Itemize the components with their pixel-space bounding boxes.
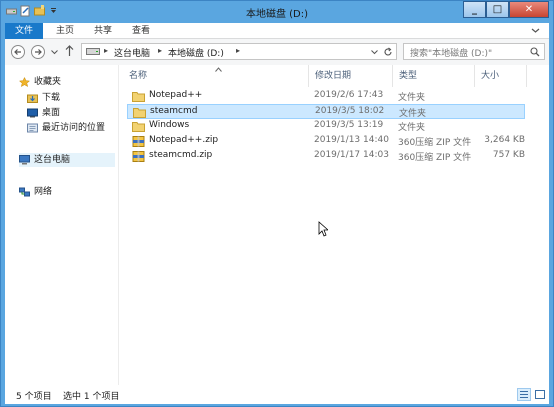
- column-header-date[interactable]: 修改日期: [309, 65, 393, 87]
- file-type: 文件夹: [399, 109, 427, 119]
- file-row-steamcmd[interactable]: steamcmd 2019/3/5 18:02 文件夹: [127, 104, 525, 119]
- explorer-window: 本地磁盘 (D:) _ □ ✕ 文件 主页 共享 查看 ▸ 这台电脑 ▸ 本地磁…: [0, 0, 554, 407]
- forward-button[interactable]: [31, 45, 45, 59]
- nav-item-favorites[interactable]: 收藏夹: [19, 75, 61, 89]
- folder-icon: [132, 92, 145, 102]
- drive-icon: [86, 48, 100, 55]
- up-arrow-icon[interactable]: [65, 45, 74, 57]
- file-type: 360压缩 ZIP 文件: [398, 138, 472, 148]
- file-size: 3,264 KB: [484, 135, 525, 145]
- file-list: 名称 修改日期 类型 大小 Notepad++ 2019/2/6 17:43 文…: [123, 65, 549, 385]
- zip-icon: [132, 151, 145, 162]
- star-icon: [19, 77, 30, 87]
- recent-places-icon: [27, 123, 38, 133]
- file-type: 文件夹: [398, 123, 426, 133]
- file-row-steamcmd-zip[interactable]: steamcmd.zip 2019/1/17 14:03 360压缩 ZIP 文…: [127, 149, 525, 164]
- tab-home[interactable]: 主页: [47, 23, 83, 39]
- breadcrumb-separator[interactable]: ▸: [236, 46, 240, 55]
- forward-arrow-icon: [35, 49, 42, 55]
- nav-item-label: 最近访问的位置: [42, 123, 106, 133]
- nav-item-recent[interactable]: 最近访问的位置: [27, 121, 105, 135]
- file-date: 2019/2/6 17:43: [314, 90, 384, 100]
- mouse-cursor-icon: [318, 221, 328, 237]
- computer-icon: [19, 155, 30, 165]
- file-name: Notepad++.zip: [149, 135, 219, 145]
- recent-locations-chevron-icon[interactable]: [51, 49, 58, 55]
- file-name: Notepad++: [149, 90, 203, 100]
- nav-item-this-pc[interactable]: 这台电脑: [19, 153, 115, 167]
- file-date: 2019/1/13 14:40: [314, 135, 389, 145]
- breadcrumb-this-pc[interactable]: 这台电脑: [114, 46, 150, 59]
- ribbon-tabs: 文件 主页 共享 查看: [5, 23, 549, 39]
- file-date: 2019/3/5 13:19: [314, 120, 384, 130]
- file-name: steamcmd: [150, 106, 198, 116]
- column-header-name[interactable]: 名称: [123, 65, 309, 87]
- file-name: Windows: [149, 120, 190, 130]
- column-header-type[interactable]: 类型: [393, 65, 475, 87]
- zip-icon: [132, 136, 145, 147]
- navigation-bar: ▸ 这台电脑 ▸ 本地磁盘 (D:) ▸ 搜索"本地磁盘 (D:)": [5, 39, 549, 65]
- file-row-windows[interactable]: Windows 2019/3/5 13:19 文件夹: [127, 119, 525, 134]
- folder-icon: [133, 108, 146, 118]
- maximize-button[interactable]: □: [486, 1, 509, 18]
- search-input[interactable]: 搜索"本地磁盘 (D:)": [403, 43, 545, 60]
- close-button[interactable]: ✕: [509, 1, 549, 18]
- expand-ribbon-icon[interactable]: [530, 25, 541, 36]
- file-date: 2019/3/5 18:02: [315, 106, 385, 116]
- column-header-label: 名称: [129, 71, 148, 81]
- breadcrumb-local-disk[interactable]: 本地磁盘 (D:): [168, 46, 224, 59]
- file-type: 文件夹: [398, 93, 426, 103]
- download-folder-icon: [27, 94, 38, 103]
- file-row-notepadpp-zip[interactable]: Notepad++.zip 2019/1/13 14:40 360压缩 ZIP …: [127, 134, 525, 149]
- status-bar: 5 个项目 选中 1 个项目: [5, 385, 549, 404]
- selection-count: 选中 1 个项目: [63, 392, 120, 402]
- breadcrumb-separator[interactable]: ▸: [104, 46, 108, 55]
- window-controls: _ □ ✕: [463, 1, 549, 18]
- back-arrow-icon: [14, 49, 21, 55]
- large-icons-view-button[interactable]: [533, 388, 547, 401]
- breadcrumb-separator[interactable]: ▸: [158, 46, 162, 55]
- minimize-button[interactable]: _: [463, 1, 486, 18]
- file-date: 2019/1/17 14:03: [314, 150, 389, 160]
- desktop-icon: [27, 108, 38, 118]
- search-icon[interactable]: [530, 47, 540, 57]
- address-bar[interactable]: ▸ 这台电脑 ▸ 本地磁盘 (D:) ▸: [81, 43, 397, 60]
- file-name: steamcmd.zip: [149, 150, 213, 160]
- column-header-size[interactable]: 大小: [475, 65, 527, 87]
- file-type: 360压缩 ZIP 文件: [398, 153, 472, 163]
- nav-item-label: 桌面: [42, 108, 61, 118]
- nav-item-label: 下载: [42, 93, 61, 103]
- content-area: 收藏夹 下载 桌面 最近访问的位置 这台电脑 网络 名称 修改日期 类型 大小 …: [5, 65, 549, 385]
- back-button[interactable]: [11, 45, 25, 59]
- nav-item-network[interactable]: 网络: [19, 185, 52, 199]
- folder-icon: [132, 122, 145, 132]
- address-dropdown-icon[interactable]: [371, 49, 378, 55]
- title-bar[interactable]: 本地磁盘 (D:) _ □ ✕: [1, 1, 553, 23]
- search-placeholder: 搜索"本地磁盘 (D:)": [410, 49, 493, 59]
- large-icons-view-icon: [535, 390, 545, 399]
- nav-item-label: 这台电脑: [34, 155, 71, 165]
- file-row-notepadpp[interactable]: Notepad++ 2019/2/6 17:43 文件夹: [127, 89, 525, 104]
- details-view-button[interactable]: [517, 388, 531, 401]
- nav-item-label: 收藏夹: [34, 77, 62, 87]
- refresh-icon[interactable]: [383, 47, 393, 57]
- navigation-pane: 收藏夹 下载 桌面 最近访问的位置 这台电脑 网络: [5, 65, 119, 385]
- tab-view[interactable]: 查看: [123, 23, 159, 39]
- file-size: 757 KB: [492, 150, 525, 160]
- tab-file[interactable]: 文件: [5, 23, 43, 39]
- network-icon: [19, 187, 30, 197]
- nav-item-label: 网络: [34, 187, 53, 197]
- sort-ascending-icon: [215, 67, 222, 72]
- nav-item-downloads[interactable]: 下载: [27, 91, 60, 105]
- tab-share[interactable]: 共享: [85, 23, 121, 39]
- nav-item-desktop[interactable]: 桌面: [27, 106, 60, 120]
- item-count: 5 个项目: [16, 392, 52, 402]
- details-view-icon: [520, 391, 528, 398]
